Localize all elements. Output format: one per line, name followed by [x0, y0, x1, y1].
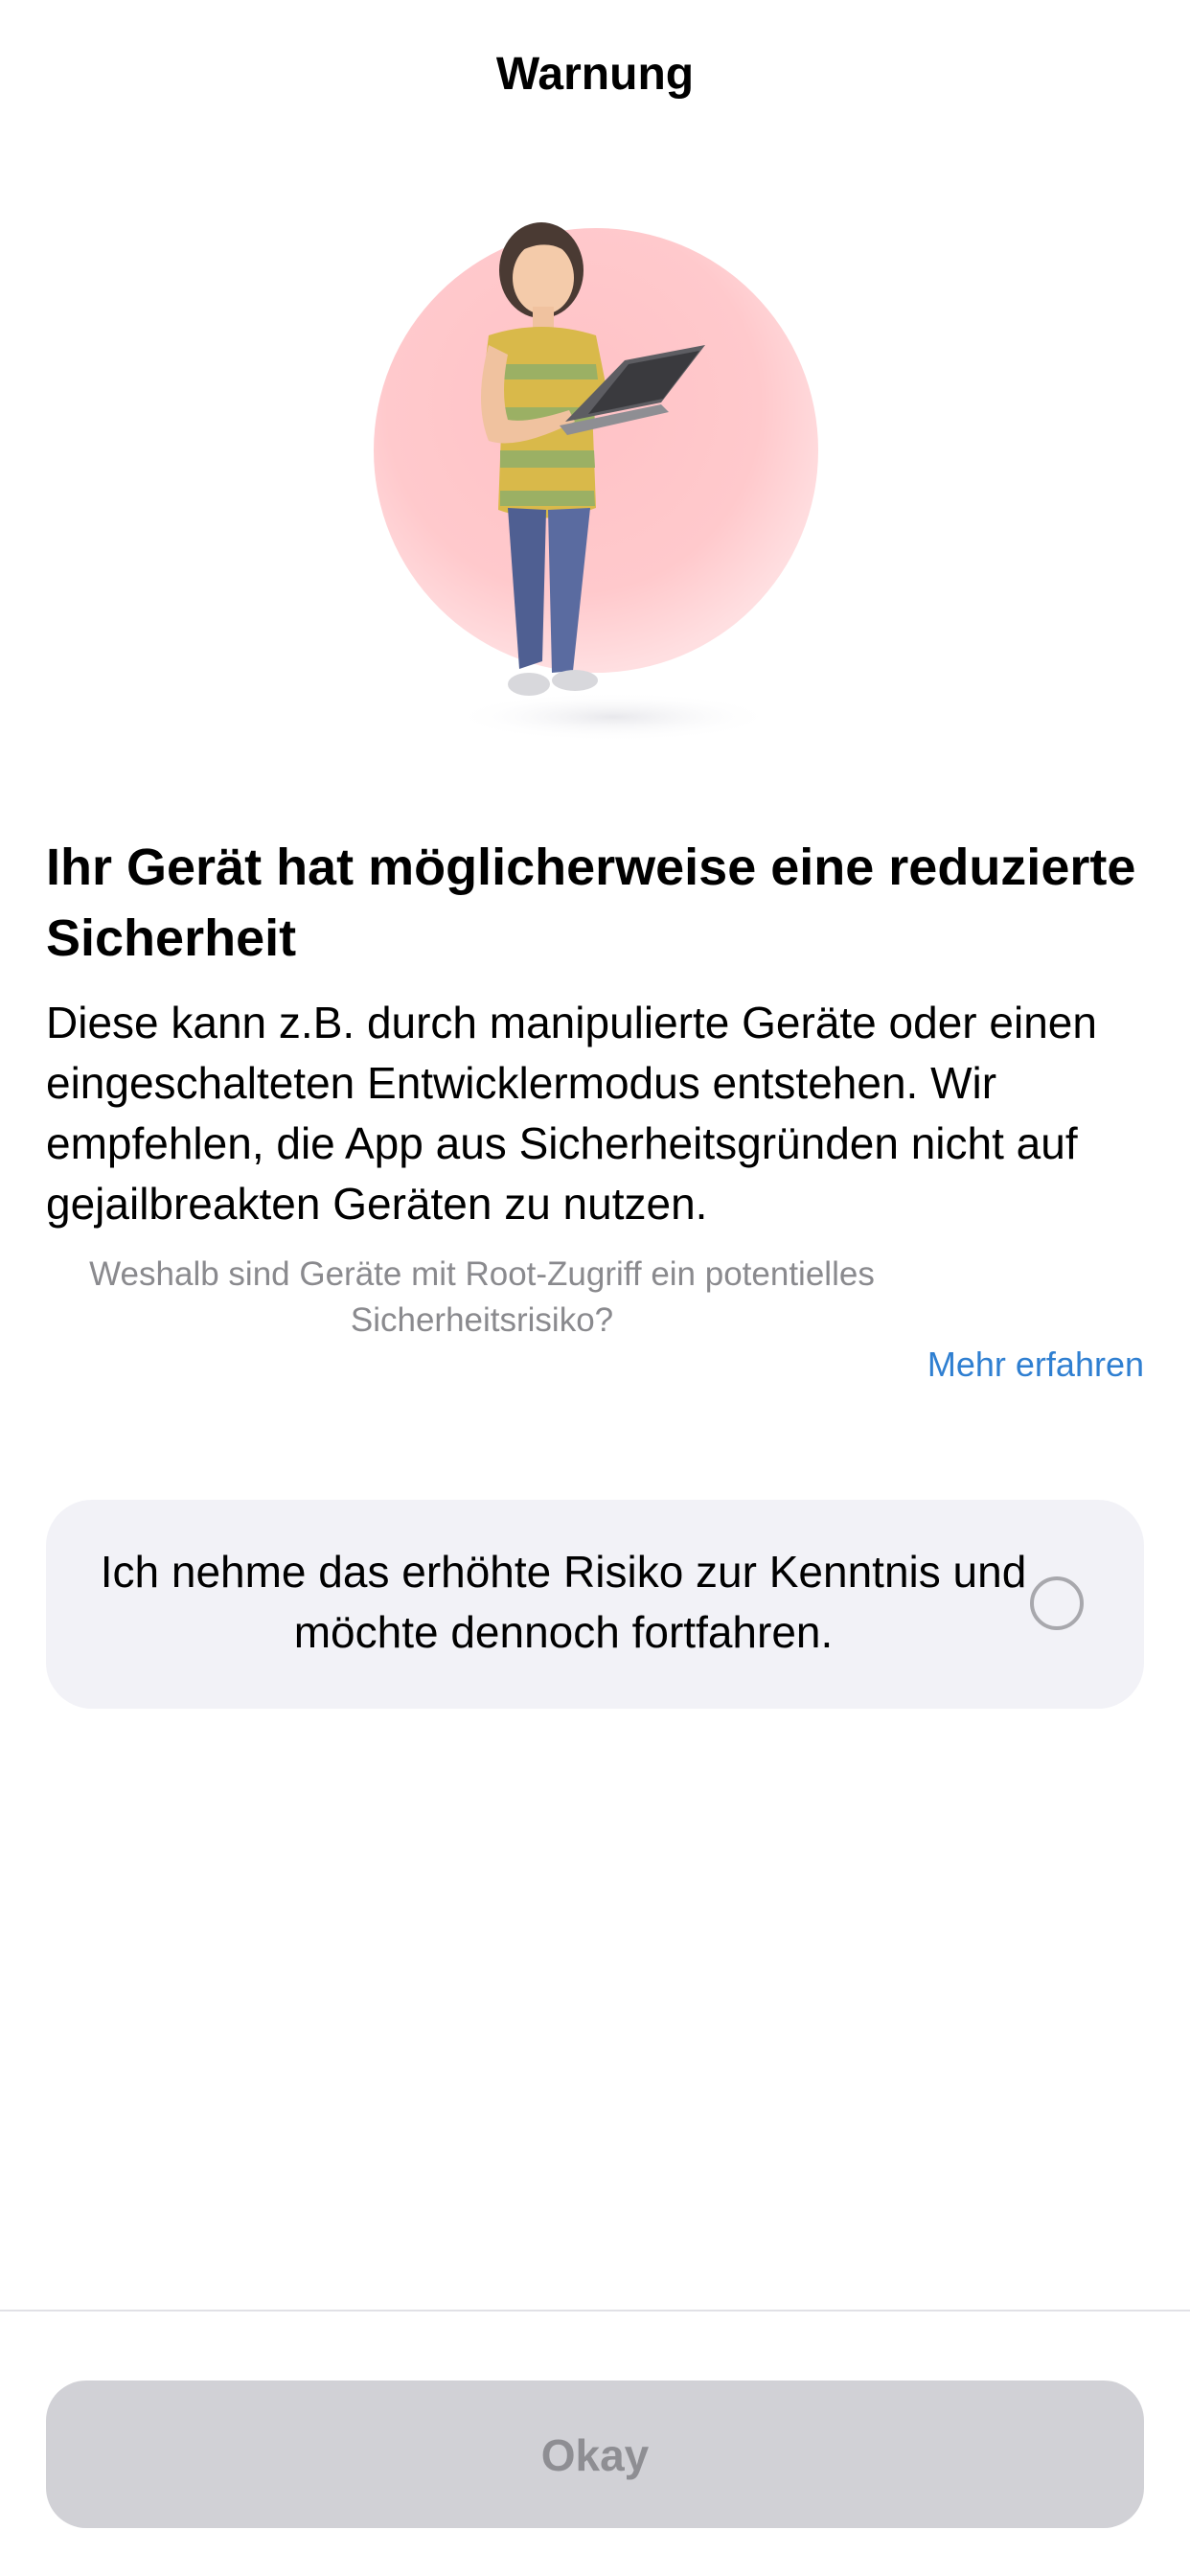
- acknowledge-risk-option[interactable]: Ich nehme das erhöhte Risiko zur Kenntni…: [46, 1500, 1144, 1709]
- acknowledge-radio-button[interactable]: [1030, 1576, 1084, 1630]
- acknowledge-risk-label: Ich nehme das erhöhte Risiko zur Kenntni…: [100, 1547, 1027, 1657]
- warning-description: Diese kann z.B. durch manipulierte Gerät…: [46, 998, 1097, 1229]
- warning-headline: Ihr Gerät hat möglicherweise eine reduzi…: [46, 839, 1136, 967]
- woman-with-laptop-illustration: [345, 211, 843, 767]
- okay-button[interactable]: Okay: [46, 2380, 1144, 2528]
- root-risk-question: Weshalb sind Geräte mit Root-Zugriff ein…: [89, 1255, 875, 1339]
- page-title: Warnung: [495, 49, 695, 100]
- learn-more-link[interactable]: Mehr erfahren: [927, 1342, 1144, 1388]
- footer-divider: [0, 2310, 1190, 2312]
